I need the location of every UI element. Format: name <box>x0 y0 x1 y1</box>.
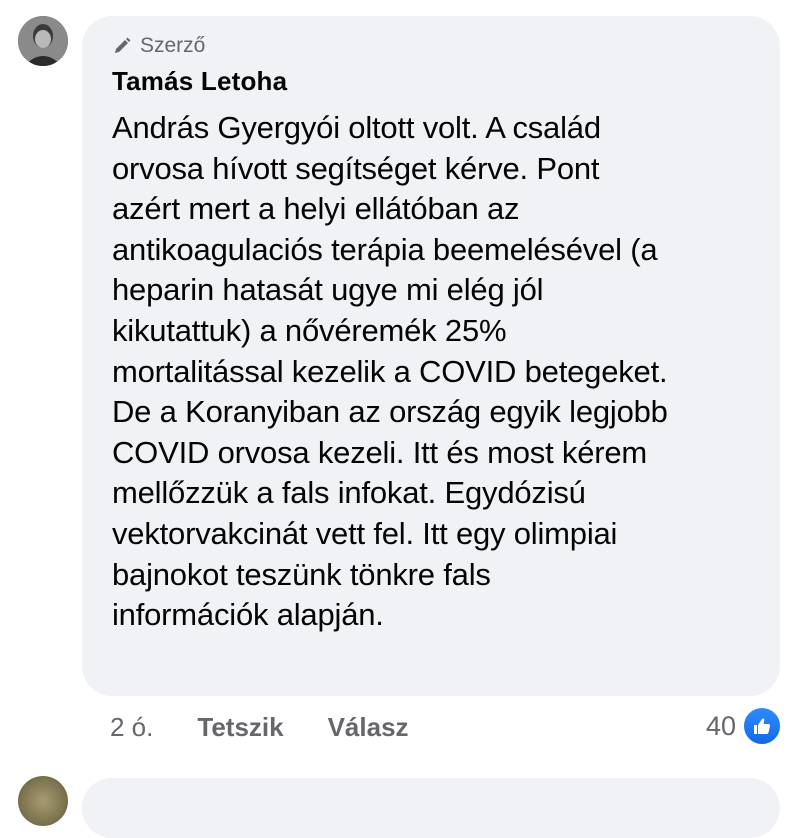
next-comment-avatar[interactable] <box>18 776 68 826</box>
author-badge: Szerző <box>112 34 205 58</box>
comment-line: András Gyergyói oltott volt. A család <box>112 110 601 145</box>
comment-line: De a Koranyiban az ország egyik legjobb <box>112 394 668 430</box>
comment-line: információk alapján. <box>112 597 384 633</box>
like-icon <box>742 706 782 746</box>
author-avatar[interactable] <box>18 16 68 66</box>
comment-line: azért mert a helyi ellátóban az <box>112 191 520 227</box>
comment-line: heparin hatasát ugye mi elég jól <box>112 272 544 308</box>
badge-label: Szerző <box>140 34 206 57</box>
comment-line: mellőzzük a fals infokat. Egydózisú <box>112 475 586 511</box>
comment-line: bajnokot teszünk tönkre fals <box>112 556 491 592</box>
comment-line: orvosa hívott segítséget kérve. Pont <box>112 150 600 186</box>
comment-bubble: Szerző Tamás Letoha András Gyergyói olto… <box>82 16 780 696</box>
comment-line: mortalitással kezelik a COVID betegeket. <box>112 353 668 389</box>
next-comment-bubble <box>82 778 780 838</box>
comment-actions: 2 ó. Tetszik Válasz <box>110 712 409 743</box>
comment-line: antikoagulaciós terápia beemelésével (a <box>112 231 658 267</box>
reply-button[interactable]: Válasz <box>328 712 409 743</box>
comment-line: kikutattuk) a nővéremék 25% <box>112 312 507 348</box>
author-name[interactable]: Tamás Letoha <box>112 66 287 97</box>
like-button[interactable]: Tetszik <box>197 712 283 743</box>
comment-timestamp[interactable]: 2 ó. <box>110 712 153 743</box>
comment-line: COVID orvosa kezeli. Itt és most kérem <box>112 434 648 470</box>
reaction-count: 40 <box>705 710 736 741</box>
comment-text: András Gyergyói oltott volt. A család or… <box>112 108 762 636</box>
pencil-icon <box>112 36 132 56</box>
comment-line: vektorvakcinát vett fel. Itt egy olimpia… <box>112 515 618 551</box>
reaction-summary[interactable]: 40 <box>706 706 782 746</box>
